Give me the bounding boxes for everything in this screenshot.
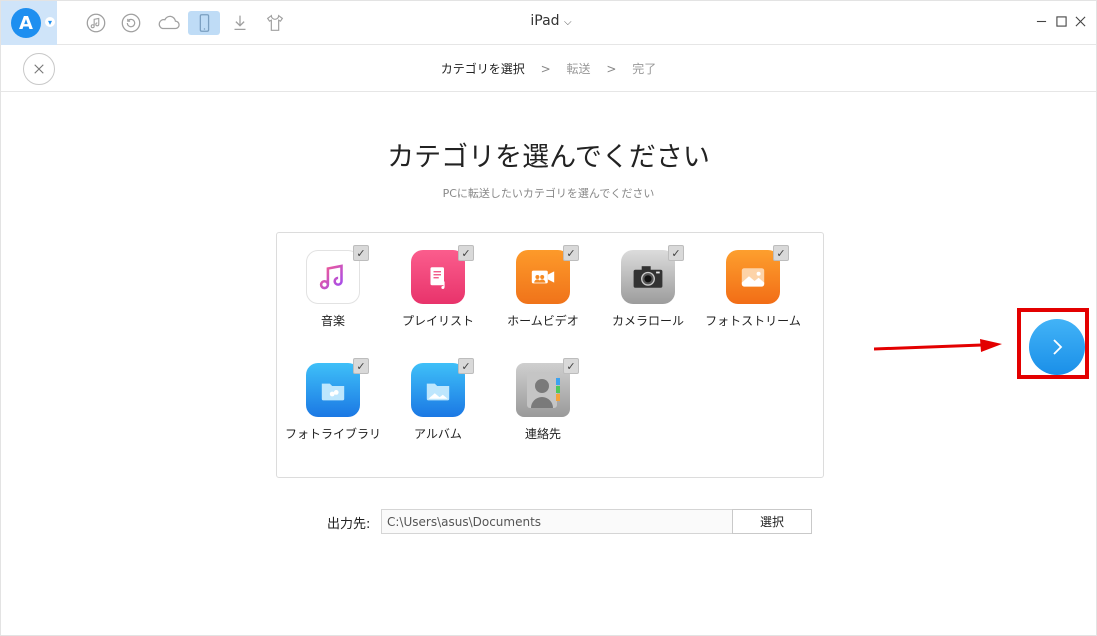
cloud-icon[interactable] [155, 11, 183, 35]
next-button-highlight [1017, 308, 1089, 379]
step-separator: > [606, 62, 617, 76]
device-selector[interactable]: iPad ⌵ [501, 13, 601, 29]
app-menu-button[interactable]: A ▾ [1, 1, 57, 45]
category-label: 連絡先 [524, 427, 561, 441]
breadcrumb: カテゴリを選択 > 転送 > 完了 [1, 60, 1096, 77]
select-folder-button[interactable]: 選択 [732, 509, 812, 534]
step-transfer: 転送 [566, 62, 591, 76]
category-label: フォトストリーム [705, 314, 801, 328]
page-title: カテゴリを選んでください [387, 142, 710, 173]
anytrans-logo-icon: A [11, 8, 41, 38]
category-checkbox[interactable]: ✓ [353, 358, 369, 374]
category-contacts[interactable]: ✓ 連絡先 [491, 358, 591, 463]
category-playlist[interactable]: ✓ プレイリスト [386, 245, 486, 350]
music-note-icon [306, 250, 360, 304]
step-complete: 完了 [632, 62, 657, 76]
step-select-category: カテゴリを選択 [440, 62, 525, 76]
category-checkbox[interactable]: ✓ [458, 245, 474, 261]
category-checkbox[interactable]: ✓ [773, 245, 789, 261]
music-icon[interactable] [84, 11, 108, 35]
output-path-input[interactable] [381, 509, 733, 534]
step-bar: カテゴリを選択 > 転送 > 完了 [1, 46, 1096, 92]
chevron-right-icon [1053, 339, 1063, 355]
page-subtitle: PCに転送したいカテゴリを選んでください [442, 187, 655, 200]
next-button[interactable] [1029, 319, 1085, 375]
category-checkbox[interactable]: ✓ [563, 245, 579, 261]
category-photo-library[interactable]: ✓ フォトライブラリ [281, 358, 381, 463]
output-label: 出力先: [327, 517, 371, 532]
category-camera-roll[interactable]: ✓ カメラロール [596, 245, 696, 350]
tshirt-icon[interactable] [263, 11, 287, 35]
maximize-icon[interactable] [1053, 13, 1069, 29]
download-icon[interactable] [228, 11, 252, 35]
home-video-icon [516, 250, 570, 304]
category-photostream[interactable]: ✓ フォトストリーム [701, 245, 801, 350]
chevron-down-icon: ▾ [45, 17, 55, 27]
album-icon [411, 363, 465, 417]
contacts-icon [516, 363, 570, 417]
top-toolbar: A ▾ iPad ⌵ [1, 1, 1096, 45]
playlist-icon [411, 250, 465, 304]
device-icon[interactable] [188, 11, 220, 35]
category-album[interactable]: ✓ アルバム [386, 358, 486, 463]
restore-icon[interactable] [119, 11, 143, 35]
category-checkbox[interactable]: ✓ [458, 358, 474, 374]
camera-icon [621, 250, 675, 304]
photostream-icon [726, 250, 780, 304]
device-name: iPad [530, 13, 560, 29]
chevron-down-icon: ⌵ [564, 17, 572, 28]
annotation-arrow-icon [874, 339, 1002, 352]
category-checkbox[interactable]: ✓ [668, 245, 684, 261]
category-home-video[interactable]: ✓ ホームビデオ [491, 245, 591, 350]
minimize-icon[interactable] [1033, 13, 1049, 29]
step-separator: > [540, 62, 551, 76]
app-window: A ▾ iPad ⌵ カテゴリを選択 > 転送 > 完了 カテゴリを選んでくださ… [0, 0, 1097, 636]
photo-library-icon [306, 363, 360, 417]
category-checkbox[interactable]: ✓ [563, 358, 579, 374]
category-checkbox[interactable]: ✓ [353, 245, 369, 261]
category-music[interactable]: ✓ 音楽 [281, 245, 381, 350]
category-panel: ✓ 音楽 ✓ プレイリスト ✓ ホームビデオ ✓ カメラロール ✓ フォトストリ… [276, 232, 824, 478]
window-close-icon[interactable] [1072, 13, 1088, 29]
